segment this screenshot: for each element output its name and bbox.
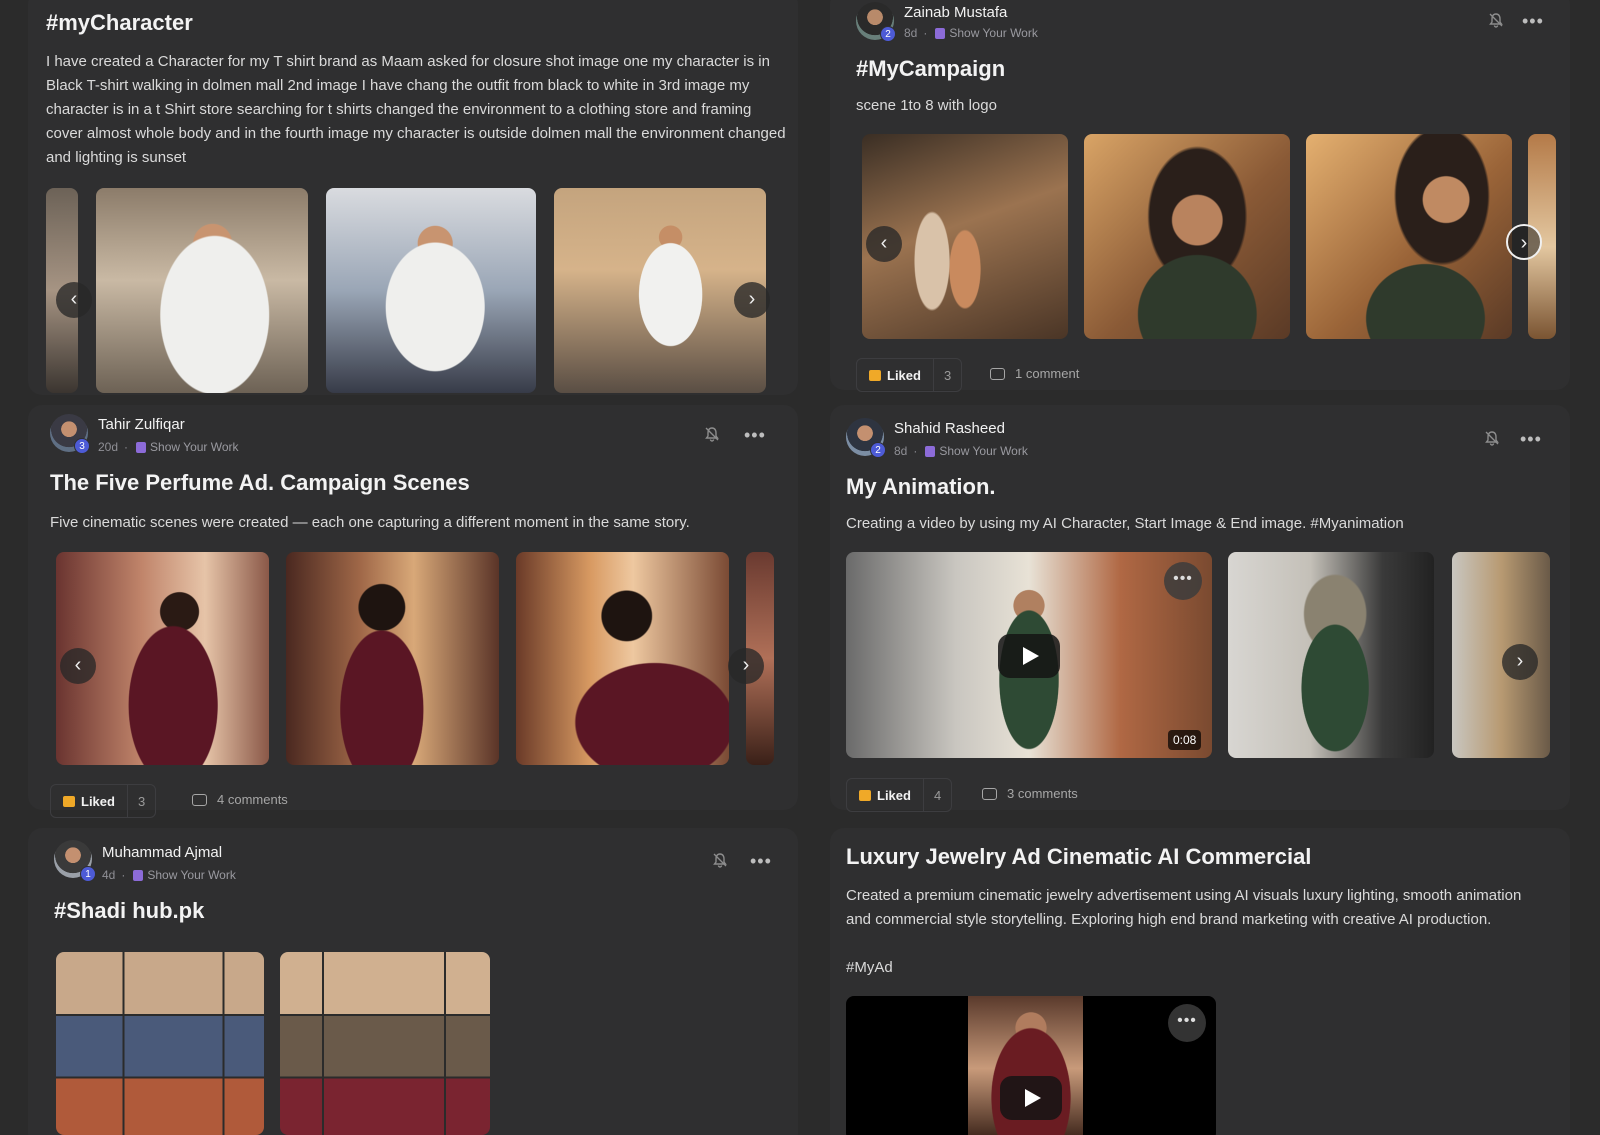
bell-off-icon[interactable] <box>704 426 720 442</box>
video-options-button[interactable]: ••• <box>1168 1004 1206 1042</box>
post-description: scene 1to 8 with logo <box>856 97 997 114</box>
category-icon <box>925 445 936 457</box>
post-meta: 20d · Show Your Work <box>98 440 239 454</box>
author-name[interactable]: Shahid Rasheed <box>894 420 1005 437</box>
play-icon[interactable] <box>998 634 1060 678</box>
bell-off-icon[interactable] <box>1484 430 1500 446</box>
category-link[interactable]: Show Your Work <box>949 26 1038 40</box>
level-badge: 1 <box>80 866 96 882</box>
comment-icon <box>192 793 207 806</box>
image-thumbnail[interactable] <box>96 188 308 393</box>
post-title: My Animation. <box>846 474 996 499</box>
image-thumbnail[interactable] <box>516 552 729 765</box>
post-description: Created a premium cinematic jewelry adve… <box>846 887 1522 928</box>
post-title: #myCharacter <box>46 10 193 35</box>
post-meta: 8d · Show Your Work <box>904 26 1038 40</box>
carousel-prev-button[interactable]: ‹ <box>60 648 96 684</box>
category-icon <box>133 869 144 881</box>
comments-button[interactable]: 3 comments <box>982 786 1078 801</box>
like-count: 3 <box>126 785 155 817</box>
comment-count: 1 comment <box>1015 366 1080 381</box>
author-name[interactable]: Muhammad Ajmal <box>102 844 222 861</box>
comments-button[interactable]: 1 comment <box>990 366 1079 381</box>
image-thumbnail[interactable] <box>326 188 536 393</box>
play-icon[interactable] <box>1000 1076 1062 1120</box>
level-badge: 3 <box>74 438 90 454</box>
category-icon <box>935 27 946 39</box>
carousel-next-button[interactable]: › <box>1502 644 1538 680</box>
post-description: I have created a Character for my T shir… <box>46 53 786 166</box>
like-button[interactable]: Liked 3 <box>856 358 963 392</box>
category-icon <box>136 441 147 453</box>
video-options-button[interactable]: ••• <box>1164 562 1202 600</box>
bell-off-icon[interactable] <box>1488 12 1504 28</box>
comment-count: 4 comments <box>217 792 288 807</box>
like-count: 4 <box>922 779 951 811</box>
comments-button[interactable]: 4 comments <box>192 792 288 807</box>
carousel-prev-button[interactable]: ‹ <box>56 282 92 318</box>
post-title: #MyCampaign <box>856 56 1006 81</box>
author-name[interactable]: Zainab Mustafa <box>904 4 1007 21</box>
more-options-icon[interactable]: ••• <box>744 426 766 444</box>
category-link[interactable]: Show Your Work <box>939 444 1028 458</box>
image-thumbnail[interactable] <box>286 552 499 765</box>
image-thumbnail[interactable] <box>1228 552 1434 758</box>
like-label: Liked <box>887 367 921 383</box>
thumbs-up-icon <box>63 795 75 807</box>
image-thumbnail[interactable] <box>554 188 766 393</box>
comment-icon <box>990 367 1005 380</box>
carousel-next-button[interactable]: › <box>734 282 770 318</box>
post-age: 20d <box>98 440 119 454</box>
comment-count: 3 comments <box>1007 786 1078 801</box>
like-label: Liked <box>81 793 115 809</box>
post-age: 4d <box>102 868 116 882</box>
like-label: Liked <box>877 787 911 803</box>
image-thumbnail[interactable] <box>280 952 490 1135</box>
image-thumbnail[interactable] <box>56 952 264 1135</box>
like-count: 3 <box>932 359 961 391</box>
more-options-icon[interactable]: ••• <box>1522 12 1544 30</box>
more-options-icon[interactable]: ••• <box>750 852 772 870</box>
category-link[interactable]: Show Your Work <box>150 440 239 454</box>
like-button[interactable]: Liked 3 <box>50 784 157 818</box>
post-meta: 8d · Show Your Work <box>894 444 1028 458</box>
image-thumbnail[interactable] <box>1084 134 1290 339</box>
video-duration: 0:08 <box>1168 730 1202 750</box>
carousel-prev-button[interactable]: ‹ <box>866 226 902 262</box>
level-badge: 2 <box>880 26 896 42</box>
post-hashtag[interactable]: #MyAd <box>846 956 893 980</box>
image-thumbnail[interactable] <box>1306 134 1512 339</box>
author-name[interactable]: Tahir Zulfiqar <box>98 416 185 433</box>
post-age: 8d <box>894 444 908 458</box>
post-title: #Shadi hub.pk <box>54 898 205 923</box>
more-options-icon[interactable]: ••• <box>1520 430 1542 448</box>
thumbs-up-icon <box>869 369 881 381</box>
post-title: The Five Perfume Ad. Campaign Scenes <box>50 470 470 495</box>
post-meta: 4d · Show Your Work <box>102 868 236 882</box>
post-title: Luxury Jewelry Ad Cinematic AI Commercia… <box>846 844 1312 869</box>
bell-off-icon[interactable] <box>712 852 728 868</box>
carousel-next-button[interactable]: › <box>1506 224 1542 260</box>
category-link[interactable]: Show Your Work <box>147 868 236 882</box>
post-description: Creating a video by using my AI Characte… <box>846 515 1404 532</box>
like-button[interactable]: Liked 4 <box>846 778 953 812</box>
level-badge: 2 <box>870 442 886 458</box>
post-description: Five cinematic scenes were created — eac… <box>50 514 690 531</box>
comment-icon <box>982 787 997 800</box>
thumbs-up-icon <box>859 789 871 801</box>
carousel-next-button[interactable]: › <box>728 648 764 684</box>
post-age: 8d <box>904 26 918 40</box>
